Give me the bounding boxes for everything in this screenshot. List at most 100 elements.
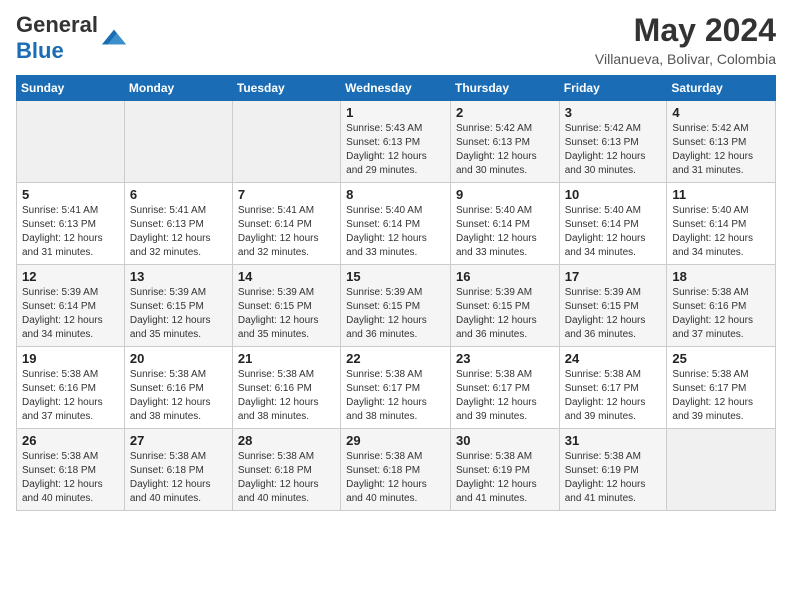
day-number: 11 (672, 187, 770, 202)
day-info: Sunrise: 5:41 AM Sunset: 6:13 PM Dayligh… (130, 204, 227, 260)
location: Villanueva, Bolivar, Colombia (595, 51, 776, 67)
day-info: Sunrise: 5:42 AM Sunset: 6:13 PM Dayligh… (672, 122, 770, 178)
day-info: Sunrise: 5:38 AM Sunset: 6:18 PM Dayligh… (130, 450, 227, 506)
calendar-cell: 31 Sunrise: 5:38 AM Sunset: 6:19 PM Dayli… (559, 429, 667, 511)
day-info: Sunrise: 5:39 AM Sunset: 6:15 PM Dayligh… (130, 286, 227, 342)
day-info: Sunrise: 5:41 AM Sunset: 6:13 PM Dayligh… (22, 204, 119, 260)
calendar-cell: 30 Sunrise: 5:38 AM Sunset: 6:19 PM Dayli… (450, 429, 559, 511)
day-number: 19 (22, 351, 119, 366)
calendar-cell (667, 429, 776, 511)
day-number: 6 (130, 187, 227, 202)
day-info: Sunrise: 5:40 AM Sunset: 6:14 PM Dayligh… (672, 204, 770, 260)
day-number: 22 (346, 351, 445, 366)
day-info: Sunrise: 5:38 AM Sunset: 6:19 PM Dayligh… (456, 450, 554, 506)
col-friday: Friday (559, 76, 667, 101)
calendar-cell: 11 Sunrise: 5:40 AM Sunset: 6:14 PM Dayli… (667, 183, 776, 265)
day-info: Sunrise: 5:40 AM Sunset: 6:14 PM Dayligh… (456, 204, 554, 260)
day-number: 9 (456, 187, 554, 202)
day-info: Sunrise: 5:41 AM Sunset: 6:14 PM Dayligh… (238, 204, 335, 260)
logo-icon (100, 24, 128, 52)
day-info: Sunrise: 5:39 AM Sunset: 6:15 PM Dayligh… (346, 286, 445, 342)
logo-text: General Blue (16, 12, 98, 64)
day-info: Sunrise: 5:38 AM Sunset: 6:18 PM Dayligh… (238, 450, 335, 506)
day-number: 27 (130, 433, 227, 448)
calendar-cell: 28 Sunrise: 5:38 AM Sunset: 6:18 PM Dayli… (232, 429, 340, 511)
day-number: 10 (565, 187, 662, 202)
calendar-cell: 12 Sunrise: 5:39 AM Sunset: 6:14 PM Dayli… (17, 265, 125, 347)
day-info: Sunrise: 5:40 AM Sunset: 6:14 PM Dayligh… (565, 204, 662, 260)
day-number: 28 (238, 433, 335, 448)
day-number: 25 (672, 351, 770, 366)
day-info: Sunrise: 5:38 AM Sunset: 6:18 PM Dayligh… (346, 450, 445, 506)
day-number: 4 (672, 105, 770, 120)
day-number: 31 (565, 433, 662, 448)
col-wednesday: Wednesday (341, 76, 451, 101)
day-number: 8 (346, 187, 445, 202)
day-number: 18 (672, 269, 770, 284)
day-info: Sunrise: 5:38 AM Sunset: 6:16 PM Dayligh… (672, 286, 770, 342)
calendar-cell: 6 Sunrise: 5:41 AM Sunset: 6:13 PM Daylig… (124, 183, 232, 265)
calendar-week-3: 12 Sunrise: 5:39 AM Sunset: 6:14 PM Dayli… (17, 265, 776, 347)
day-number: 29 (346, 433, 445, 448)
calendar-week-4: 19 Sunrise: 5:38 AM Sunset: 6:16 PM Dayli… (17, 347, 776, 429)
calendar-cell: 17 Sunrise: 5:39 AM Sunset: 6:15 PM Dayli… (559, 265, 667, 347)
day-number: 7 (238, 187, 335, 202)
day-info: Sunrise: 5:42 AM Sunset: 6:13 PM Dayligh… (456, 122, 554, 178)
day-info: Sunrise: 5:39 AM Sunset: 6:15 PM Dayligh… (456, 286, 554, 342)
calendar-cell: 22 Sunrise: 5:38 AM Sunset: 6:17 PM Dayli… (341, 347, 451, 429)
calendar-cell: 8Sunrise: 5:40 AM Sunset: 6:14 PM Daylig… (341, 183, 451, 265)
calendar-cell (124, 101, 232, 183)
day-number: 20 (130, 351, 227, 366)
col-thursday: Thursday (450, 76, 559, 101)
calendar-week-2: 5 Sunrise: 5:41 AM Sunset: 6:13 PM Daylig… (17, 183, 776, 265)
calendar-cell: 29 Sunrise: 5:38 AM Sunset: 6:18 PM Dayli… (341, 429, 451, 511)
calendar-cell: 18 Sunrise: 5:38 AM Sunset: 6:16 PM Dayli… (667, 265, 776, 347)
calendar-cell: 27 Sunrise: 5:38 AM Sunset: 6:18 PM Dayli… (124, 429, 232, 511)
day-info: Sunrise: 5:42 AM Sunset: 6:13 PM Dayligh… (565, 122, 662, 178)
day-number: 21 (238, 351, 335, 366)
calendar-cell: 2 Sunrise: 5:42 AM Sunset: 6:13 PM Daylig… (450, 101, 559, 183)
day-info: Sunrise: 5:38 AM Sunset: 6:17 PM Dayligh… (672, 368, 770, 424)
day-info: Sunrise: 5:38 AM Sunset: 6:17 PM Dayligh… (346, 368, 445, 424)
day-number: 17 (565, 269, 662, 284)
calendar-cell (232, 101, 340, 183)
day-number: 16 (456, 269, 554, 284)
calendar-cell: 10 Sunrise: 5:40 AM Sunset: 6:14 PM Dayli… (559, 183, 667, 265)
calendar-week-5: 26Sunrise: 5:38 AM Sunset: 6:18 PM Dayli… (17, 429, 776, 511)
day-number: 2 (456, 105, 554, 120)
calendar-cell: 4 Sunrise: 5:42 AM Sunset: 6:13 PM Daylig… (667, 101, 776, 183)
calendar-cell: 16 Sunrise: 5:39 AM Sunset: 6:15 PM Dayli… (450, 265, 559, 347)
calendar-cell: 1Sunrise: 5:43 AM Sunset: 6:13 PM Daylig… (341, 101, 451, 183)
calendar-cell: 23 Sunrise: 5:38 AM Sunset: 6:17 PM Dayli… (450, 347, 559, 429)
calendar-cell: 14 Sunrise: 5:39 AM Sunset: 6:15 PM Dayli… (232, 265, 340, 347)
day-number: 15 (346, 269, 445, 284)
calendar-cell: 5 Sunrise: 5:41 AM Sunset: 6:13 PM Daylig… (17, 183, 125, 265)
calendar-cell: 24Sunrise: 5:38 AM Sunset: 6:17 PM Dayli… (559, 347, 667, 429)
logo: General Blue (16, 12, 128, 64)
day-number: 12 (22, 269, 119, 284)
day-info: Sunrise: 5:38 AM Sunset: 6:19 PM Dayligh… (565, 450, 662, 506)
day-info: Sunrise: 5:38 AM Sunset: 6:17 PM Dayligh… (456, 368, 554, 424)
calendar-table: Sunday Monday Tuesday Wednesday Thursday… (16, 75, 776, 511)
day-number: 3 (565, 105, 662, 120)
day-number: 14 (238, 269, 335, 284)
day-number: 13 (130, 269, 227, 284)
day-number: 24 (565, 351, 662, 366)
day-number: 5 (22, 187, 119, 202)
calendar-cell: 7 Sunrise: 5:41 AM Sunset: 6:14 PM Daylig… (232, 183, 340, 265)
col-sunday: Sunday (17, 76, 125, 101)
day-info: Sunrise: 5:38 AM Sunset: 6:16 PM Dayligh… (22, 368, 119, 424)
calendar-cell: 19 Sunrise: 5:38 AM Sunset: 6:16 PM Dayli… (17, 347, 125, 429)
title-block: May 2024 Villanueva, Bolivar, Colombia (595, 12, 776, 67)
col-saturday: Saturday (667, 76, 776, 101)
day-info: Sunrise: 5:39 AM Sunset: 6:15 PM Dayligh… (238, 286, 335, 342)
calendar-cell: 21Sunrise: 5:38 AM Sunset: 6:16 PM Dayli… (232, 347, 340, 429)
day-info: Sunrise: 5:39 AM Sunset: 6:15 PM Dayligh… (565, 286, 662, 342)
calendar-week-1: 1Sunrise: 5:43 AM Sunset: 6:13 PM Daylig… (17, 101, 776, 183)
calendar-header-row: Sunday Monday Tuesday Wednesday Thursday… (17, 76, 776, 101)
day-info: Sunrise: 5:39 AM Sunset: 6:14 PM Dayligh… (22, 286, 119, 342)
day-number: 30 (456, 433, 554, 448)
calendar-cell: 13 Sunrise: 5:39 AM Sunset: 6:15 PM Dayli… (124, 265, 232, 347)
day-number: 23 (456, 351, 554, 366)
calendar-cell: 20Sunrise: 5:38 AM Sunset: 6:16 PM Dayli… (124, 347, 232, 429)
